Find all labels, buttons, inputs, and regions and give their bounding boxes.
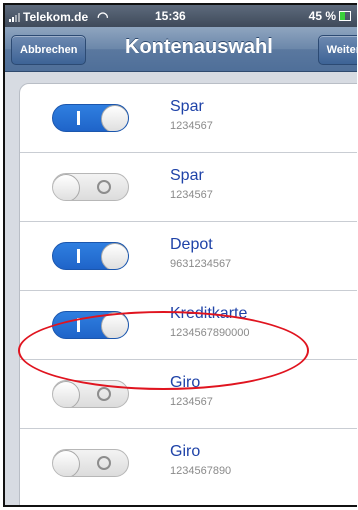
account-row[interactable]: Spar 1234567 (20, 84, 357, 153)
wifi-icon: ◠ (97, 9, 109, 24)
next-button[interactable]: Weiter (317, 35, 357, 65)
toggle-on-icon (77, 318, 80, 332)
toggle-knob (53, 450, 80, 476)
account-row[interactable]: Depot 9631234567 (20, 222, 357, 291)
carrier-info: Telekom.de ◠ (9, 9, 108, 25)
account-number: 1234567 (170, 189, 213, 201)
account-toggle-switch[interactable] (52, 173, 129, 201)
account-name: Giro (170, 374, 201, 391)
toggle-knob (101, 312, 128, 338)
account-number: 1234567 (170, 120, 213, 132)
account-number: 1234567 (170, 396, 213, 408)
account-name: Depot (170, 236, 213, 253)
account-number: 1234567890000 (170, 327, 250, 339)
account-toggle-switch[interactable] (52, 380, 129, 408)
page-title: Kontenauswahl (125, 36, 273, 58)
account-row[interactable]: Giro 1234567 (20, 360, 357, 429)
toggle-knob (101, 105, 128, 131)
toggle-knob (101, 243, 128, 269)
toggle-off-icon (97, 180, 111, 194)
account-name: Giro (170, 443, 201, 460)
toggle-on-icon (77, 111, 80, 125)
status-time: 15:36 (155, 9, 186, 23)
account-toggle-switch[interactable] (52, 449, 129, 477)
status-bar: Telekom.de ◠ 15:36 45 % (5, 5, 357, 27)
navigation-bar: Abbrechen Kontenauswahl Weiter (5, 27, 357, 72)
account-number: 9631234567 (170, 258, 232, 270)
toggle-knob (53, 381, 80, 407)
battery-icon (339, 11, 351, 21)
account-name: Spar (170, 98, 204, 115)
account-row[interactable]: Kreditkarte 1234567890000 (20, 291, 357, 360)
account-name: Kreditkarte (170, 305, 248, 322)
account-toggle-switch[interactable] (52, 104, 129, 132)
toggle-on-icon (77, 249, 80, 263)
account-toggle-switch[interactable] (52, 242, 129, 270)
battery-percent: 45 % (308, 9, 336, 23)
toggle-knob (53, 174, 80, 200)
account-list: Spar 1234567 Spar 1234567 Depot 9631234567 Kre… (19, 83, 357, 505)
signal-icon (9, 12, 20, 22)
toggle-off-icon (97, 456, 111, 470)
toggle-off-icon (97, 387, 111, 401)
account-toggle-switch[interactable] (52, 311, 129, 339)
account-name: Spar (170, 167, 204, 184)
account-number: 1234567890 (170, 465, 232, 477)
carrier-name: Telekom.de (23, 10, 89, 24)
app-screen: Telekom.de ◠ 15:36 45 % Abbrechen Konten… (3, 3, 357, 507)
account-row[interactable]: Giro 1234567890 (20, 429, 357, 498)
cancel-button[interactable]: Abbrechen (11, 35, 87, 65)
battery-info: 45 % (309, 9, 351, 23)
account-row[interactable]: Spar 1234567 (20, 153, 357, 222)
